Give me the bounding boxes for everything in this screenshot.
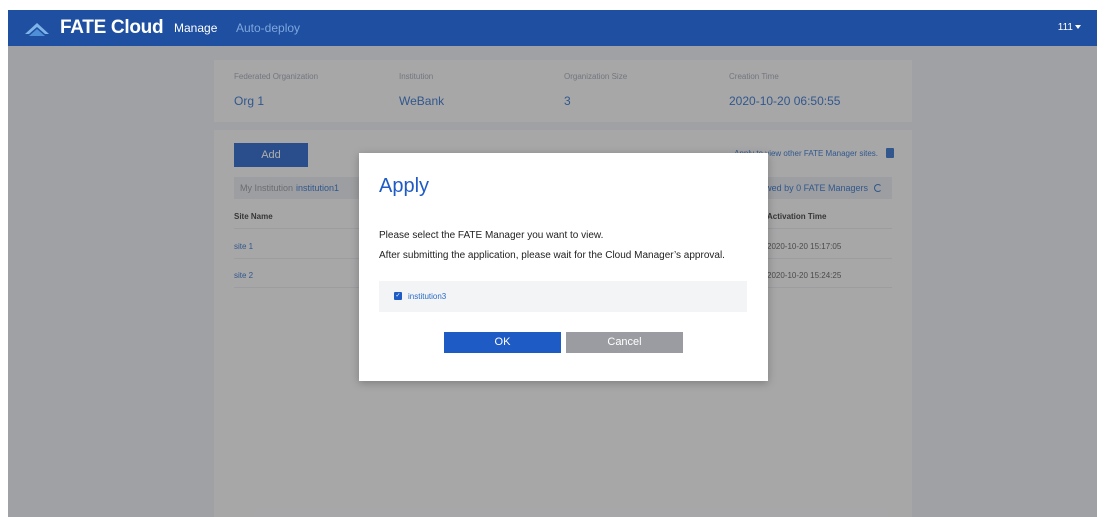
dialog-instruction: Please select the FATE Manager you want …: [379, 230, 604, 241]
fate-manager-list: ✓ institution3: [379, 281, 747, 312]
ok-button[interactable]: OK: [444, 332, 561, 353]
dialog-approval-note: After submitting the application, please…: [379, 250, 725, 261]
user-name: 111: [1057, 22, 1073, 33]
chevron-down-icon: [1075, 25, 1081, 30]
nav-auto-deploy[interactable]: Auto-deploy: [236, 21, 300, 35]
cancel-button[interactable]: Cancel: [566, 332, 683, 353]
nav-manage[interactable]: Manage: [174, 21, 217, 35]
top-nav-bar: FATE Cloud Manage Auto-deploy 111: [8, 10, 1097, 46]
fate-manager-option[interactable]: institution3: [408, 292, 446, 301]
cloud-logo-icon: [25, 23, 49, 36]
user-menu[interactable]: 111: [1058, 22, 1081, 33]
checkbox-checked-icon[interactable]: ✓: [394, 292, 402, 300]
dialog-title: Apply: [379, 175, 430, 197]
app-logo-text: FATE Cloud: [60, 17, 164, 38]
apply-dialog: Apply Please select the FATE Manager you…: [359, 153, 768, 381]
